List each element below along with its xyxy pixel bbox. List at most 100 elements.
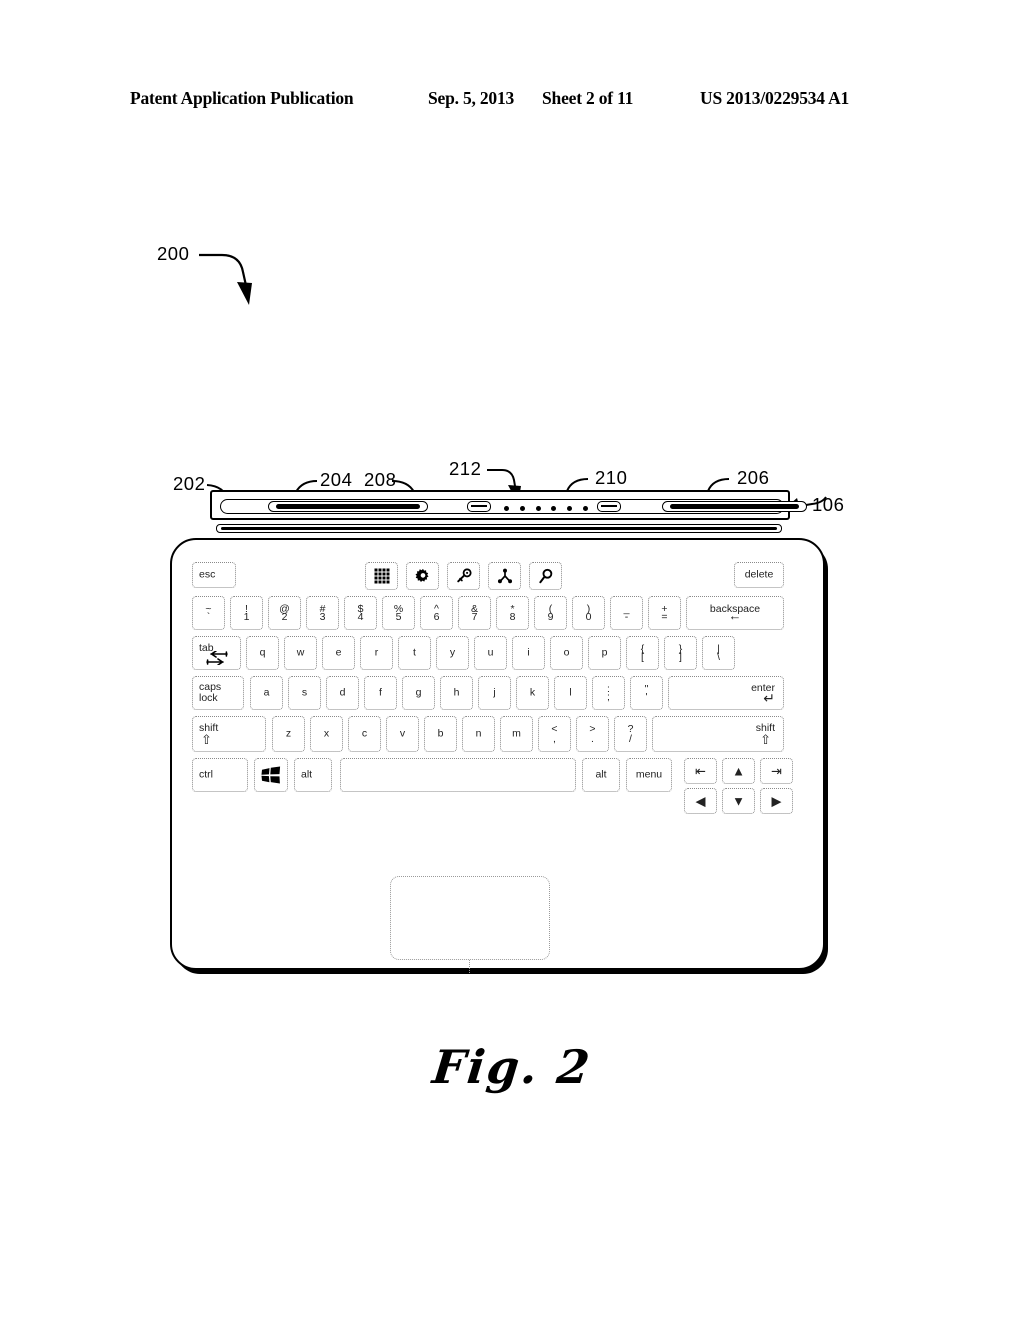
key-caps-lock[interactable]: caps lock — [192, 676, 244, 710]
key-slash[interactable]: ? / — [614, 716, 647, 752]
key-k[interactable]: k — [516, 676, 549, 710]
key-h[interactable]: h — [440, 676, 473, 710]
key-b[interactable]: b — [424, 716, 457, 752]
key-menu[interactable]: menu — [626, 758, 672, 792]
key-enter[interactable]: enter ↵ — [668, 676, 784, 710]
key-devices[interactable] — [447, 562, 480, 590]
key-equals[interactable]: + = — [648, 596, 681, 630]
key-space[interactable] — [340, 758, 576, 792]
key-alt-left[interactable]: alt — [294, 758, 332, 792]
key-arrow-left[interactable]: ◀ — [684, 788, 717, 814]
key-c[interactable]: c — [348, 716, 381, 752]
key-m[interactable]: m — [500, 716, 533, 752]
key-delete[interactable]: delete — [734, 562, 784, 588]
key-label: alt — [301, 768, 313, 781]
key-e[interactable]: e — [322, 636, 355, 670]
key-label: esc — [199, 568, 216, 581]
key-u[interactable]: u — [474, 636, 507, 670]
key-l[interactable]: l — [554, 676, 587, 710]
key-home[interactable]: ⇤ — [684, 758, 717, 784]
key-label: w — [296, 646, 305, 659]
key-semicolon[interactable]: : ; — [592, 676, 625, 710]
ref-200: 200 — [157, 243, 190, 264]
key-ctrl[interactable]: ctrl — [192, 758, 248, 792]
key-bracket-right[interactable]: } ] — [664, 636, 697, 670]
key-settings[interactable] — [406, 562, 439, 590]
key-tiles[interactable] — [365, 562, 398, 590]
key-quote[interactable]: " ' — [630, 676, 663, 710]
key-label: i — [527, 646, 530, 659]
key-t[interactable]: t — [398, 636, 431, 670]
key-end[interactable]: ⇥ — [760, 758, 793, 784]
key-g[interactable]: g — [402, 676, 435, 710]
key-y[interactable]: y — [436, 636, 469, 670]
key-alt-right[interactable]: alt — [582, 758, 620, 792]
key-label: delete — [744, 568, 774, 581]
end-arrow-icon: ⇥ — [771, 763, 782, 779]
key-label-bottom: , — [553, 732, 556, 745]
key-arrow-up[interactable]: ▲ — [722, 758, 755, 784]
ref-206: 206 — [737, 467, 770, 488]
key-period[interactable]: > . — [576, 716, 609, 752]
key-shift-left[interactable]: shift ⇧ — [192, 716, 266, 752]
ref-204: 204 — [320, 469, 353, 490]
key-windows[interactable] — [254, 758, 288, 792]
contact-dot — [504, 505, 509, 511]
key-1[interactable]: ! 1 — [230, 596, 263, 630]
key-4[interactable]: $ 4 — [344, 596, 377, 630]
key-a[interactable]: a — [250, 676, 283, 710]
key-label: p — [601, 646, 608, 659]
key-label: f — [379, 686, 382, 699]
trackpad[interactable] — [390, 876, 550, 960]
key-search[interactable] — [529, 562, 562, 590]
key-shift-right[interactable]: shift ⇧ — [652, 716, 784, 752]
key-9[interactable]: ( 9 — [534, 596, 567, 630]
arrow-left-icon: ◀ — [695, 793, 706, 809]
key-tab[interactable]: tab — [192, 636, 241, 670]
key-label: g — [415, 686, 422, 699]
shift-arrow-icon: ⇧ — [760, 732, 771, 747]
key-glyph: ← — [728, 608, 742, 623]
key-p[interactable]: p — [588, 636, 621, 670]
key-arrow-right[interactable]: ▶ — [760, 788, 793, 814]
key-arrow-down[interactable]: ▼ — [722, 788, 755, 814]
key-label: v — [399, 727, 406, 740]
key-d[interactable]: d — [326, 676, 359, 710]
key-z[interactable]: z — [272, 716, 305, 752]
key-label: d — [339, 686, 346, 699]
key-label: x — [323, 727, 330, 740]
key-v[interactable]: v — [386, 716, 419, 752]
key-grave[interactable]: ~ ` — [192, 596, 225, 630]
key-2[interactable]: @ 2 — [268, 596, 301, 630]
key-n[interactable]: n — [462, 716, 495, 752]
key-s[interactable]: s — [288, 676, 321, 710]
key-3[interactable]: # 3 — [306, 596, 339, 630]
header-patent-number: US 2013/0229534 A1 — [700, 88, 850, 108]
arrow-down-icon: ▼ — [732, 793, 745, 809]
key-label-bottom: - — [624, 610, 629, 623]
key-j[interactable]: j — [478, 676, 511, 710]
key-share[interactable] — [488, 562, 521, 590]
key-6[interactable]: ^ 6 — [420, 596, 453, 630]
contact-dot — [535, 505, 541, 511]
key-bracket-left[interactable]: { [ — [626, 636, 659, 670]
key-i[interactable]: i — [512, 636, 545, 670]
key-minus[interactable]: _ - — [610, 596, 643, 630]
key-backspace[interactable]: backspace ← — [686, 596, 784, 630]
tiles-icon — [374, 568, 389, 584]
key-comma[interactable]: < , — [538, 716, 571, 752]
key-0[interactable]: ) 0 — [572, 596, 605, 630]
key-r[interactable]: r — [360, 636, 393, 670]
key-5[interactable]: % 5 — [382, 596, 415, 630]
ref-210: 210 — [595, 467, 628, 488]
key-q[interactable]: q — [246, 636, 279, 670]
key-esc[interactable]: esc — [192, 562, 236, 588]
key-backslash[interactable]: | \ — [702, 636, 735, 670]
key-x[interactable]: x — [310, 716, 343, 752]
key-8[interactable]: * 8 — [496, 596, 529, 630]
key-7[interactable]: & 7 — [458, 596, 491, 630]
key-w[interactable]: w — [284, 636, 317, 670]
ref-208: 208 — [364, 469, 397, 490]
key-o[interactable]: o — [550, 636, 583, 670]
key-f[interactable]: f — [364, 676, 397, 710]
